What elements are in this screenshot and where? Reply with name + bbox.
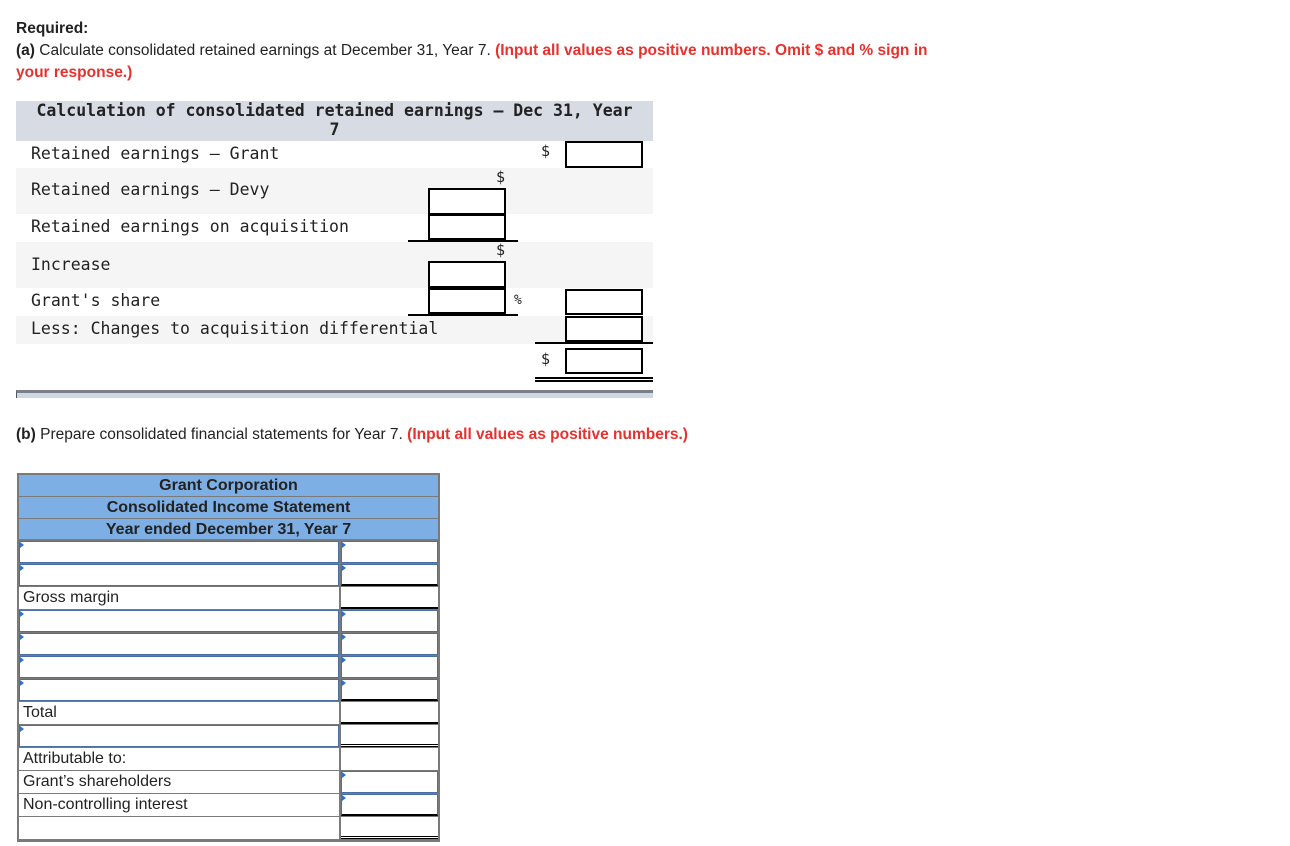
dollar-sign: $ <box>541 142 551 160</box>
grants-share-amount-input[interactable] <box>565 289 643 315</box>
row-grants-share: Grant's share % <box>16 288 653 316</box>
dollar-sign: $ <box>496 241 506 259</box>
grants-shareholders-input[interactable] <box>341 771 438 793</box>
row-label: Grant’s shareholders <box>19 771 339 793</box>
part-a-text: Calculate consolidated retained earnings… <box>34 42 496 59</box>
amount-input[interactable] <box>341 679 438 701</box>
table-row <box>19 564 438 587</box>
percent-sign: % <box>514 293 522 308</box>
account-dropdown[interactable] <box>19 633 339 655</box>
table-row <box>19 541 438 564</box>
table-row <box>19 725 438 748</box>
row-label: Retained earnings on acquisition <box>31 217 349 236</box>
row-label: Gross margin <box>19 587 339 609</box>
dollar-sign: $ <box>496 168 506 186</box>
account-dropdown[interactable] <box>19 610 339 632</box>
amount-input[interactable] <box>341 541 438 563</box>
account-dropdown[interactable] <box>19 541 339 563</box>
net-income-value <box>341 725 438 747</box>
row-retained-earnings-acquisition: Retained earnings on acquisition <box>16 214 653 242</box>
row-label: Less: Changes to acquisition differentia… <box>31 319 439 338</box>
table-row <box>19 656 438 679</box>
account-dropdown[interactable] <box>19 564 339 586</box>
total-double-underline <box>535 377 653 382</box>
increase-input[interactable] <box>428 261 506 288</box>
row-retained-earnings-grant: Retained earnings – Grant $ <box>16 141 653 168</box>
table-row <box>19 817 438 840</box>
company-name: Grant Corporation <box>19 475 438 497</box>
retained-earnings-grant-input[interactable] <box>565 141 643 168</box>
row-label: Retained earnings – Devy <box>31 180 270 199</box>
table-row-attributable: Attributable to: <box>19 748 438 771</box>
row-label: Attributable to: <box>19 748 339 770</box>
grants-share-percent-input[interactable] <box>428 288 506 314</box>
total-value <box>341 702 438 724</box>
table-row-total: Total <box>19 702 438 725</box>
row-increase: Increase $ <box>16 241 653 288</box>
amount-input[interactable] <box>341 610 438 632</box>
row-acquisition-differential: Less: Changes to acquisition differentia… <box>16 316 653 344</box>
amount-input[interactable] <box>341 633 438 655</box>
statement-period: Year ended December 31, Year 7 <box>19 519 438 541</box>
non-controlling-interest-input[interactable] <box>341 794 438 816</box>
retained-earnings-devy-input[interactable] <box>428 188 506 215</box>
attributable-total-value <box>341 817 438 839</box>
part-b-note: (Input all values as positive numbers.) <box>407 426 688 443</box>
row-label: Grant's share <box>31 291 161 310</box>
part-b-instructions: (b) Prepare consolidated financial state… <box>16 426 688 444</box>
statement-title: Consolidated Income Statement <box>19 497 438 519</box>
table-row-grants-shareholders: Grant’s shareholders <box>19 771 438 794</box>
amount-input[interactable] <box>341 564 438 586</box>
row-label: Increase <box>31 255 111 274</box>
part-b-text: Prepare consolidated financial statement… <box>35 426 408 443</box>
table-title: Calculation of consolidated retained ear… <box>16 101 653 141</box>
retained-earnings-acquisition-input[interactable] <box>428 214 506 240</box>
retained-earnings-calculation-table: Calculation of consolidated retained ear… <box>16 101 653 384</box>
table-row <box>19 610 438 633</box>
table-bottom-bar <box>16 390 653 398</box>
table-row <box>19 679 438 702</box>
instructions: Required: (a) Calculate consolidated ret… <box>16 18 956 84</box>
part-b-label: (b) <box>16 426 36 443</box>
table-row-gross-margin: Gross margin <box>19 587 438 610</box>
account-dropdown[interactable] <box>19 656 339 678</box>
account-dropdown[interactable] <box>19 679 339 701</box>
row-retained-earnings-devy: Retained earnings – Devy $ <box>16 168 653 215</box>
row-label: Total <box>19 702 339 724</box>
table-row <box>19 633 438 656</box>
empty-cell <box>341 748 438 770</box>
part-a-label: (a) <box>16 42 35 59</box>
row-label <box>19 817 339 839</box>
amount-input[interactable] <box>341 656 438 678</box>
row-label: Non-controlling interest <box>19 794 339 816</box>
acquisition-differential-input[interactable] <box>565 316 643 342</box>
account-dropdown[interactable] <box>19 725 339 747</box>
consolidated-retained-earnings-input[interactable] <box>565 348 643 374</box>
part-a-instructions: (a) Calculate consolidated retained earn… <box>16 40 956 84</box>
required-heading: Required: <box>16 20 89 37</box>
income-statement-table: Grant Corporation Consolidated Income St… <box>17 473 440 842</box>
row-total: $ <box>16 344 653 384</box>
table-row-nci: Non-controlling interest <box>19 794 438 817</box>
row-label: Retained earnings – Grant <box>31 144 280 163</box>
dollar-sign: $ <box>541 350 551 368</box>
gross-margin-value <box>341 587 438 609</box>
